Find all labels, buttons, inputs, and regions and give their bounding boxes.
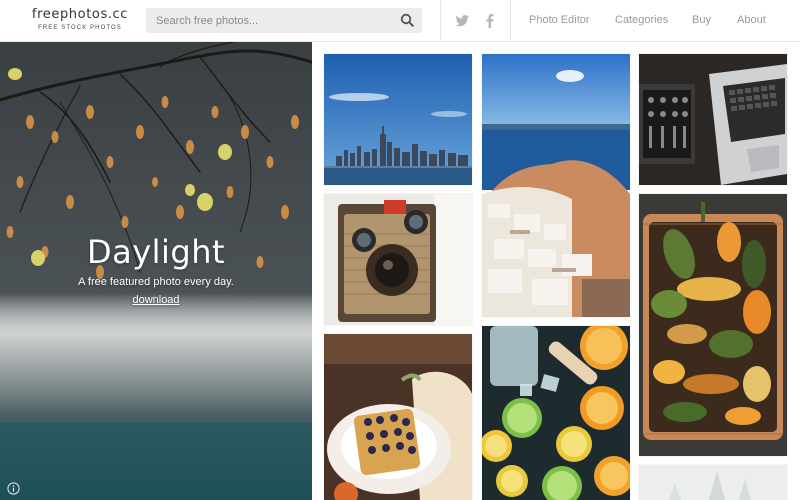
citrus-image [482, 326, 630, 500]
photo-tile-waffle[interactable] [324, 334, 472, 500]
laptop-image [639, 54, 787, 185]
featured-photo[interactable]: Daylight A free featured photo every day… [0, 42, 312, 500]
photo-tile-squash-basket[interactable] [639, 194, 787, 456]
nav-about[interactable]: About [737, 14, 766, 26]
top-header: freephotos.cc FREE STOCK PHOTOS Photo Ed… [0, 0, 800, 42]
featured-title: Daylight [86, 233, 226, 271]
site-logo[interactable]: freephotos.cc FREE STOCK PHOTOS [20, 7, 140, 33]
search-icon[interactable] [400, 13, 414, 27]
nav-categories[interactable]: Categories [615, 14, 668, 26]
snowy-trees-image [639, 465, 787, 500]
city-skyline-image [324, 54, 472, 185]
info-icon[interactable] [7, 482, 20, 495]
photo-tile-laptop[interactable] [639, 54, 787, 185]
search-bar [146, 8, 422, 33]
photo-tile-citrus[interactable] [482, 326, 630, 500]
photo-tile-santorini[interactable] [482, 54, 630, 317]
vintage-camera-image [324, 194, 472, 325]
photo-tile-snowy-trees[interactable] [639, 465, 787, 500]
waffle-image [324, 334, 472, 500]
featured-download-link[interactable]: download [132, 293, 179, 307]
logo-subtitle: FREE STOCK PHOTOS [38, 25, 122, 31]
nav-photo-editor[interactable]: Photo Editor [529, 14, 590, 26]
twitter-icon[interactable] [454, 13, 470, 29]
facebook-icon[interactable] [482, 13, 498, 29]
featured-subtitle: A free featured photo every day. [78, 276, 234, 288]
photo-tile-city-skyline[interactable] [324, 54, 472, 185]
santorini-image [482, 54, 630, 317]
featured-caption: Daylight A free featured photo every day… [0, 232, 312, 308]
logo-title[interactable]: freephotos.cc [20, 7, 140, 23]
search-input[interactable] [146, 8, 386, 33]
social-links [440, 0, 511, 42]
photo-tile-vintage-camera[interactable] [324, 194, 472, 325]
squash-basket-image [639, 194, 787, 456]
nav-buy[interactable]: Buy [692, 14, 711, 26]
